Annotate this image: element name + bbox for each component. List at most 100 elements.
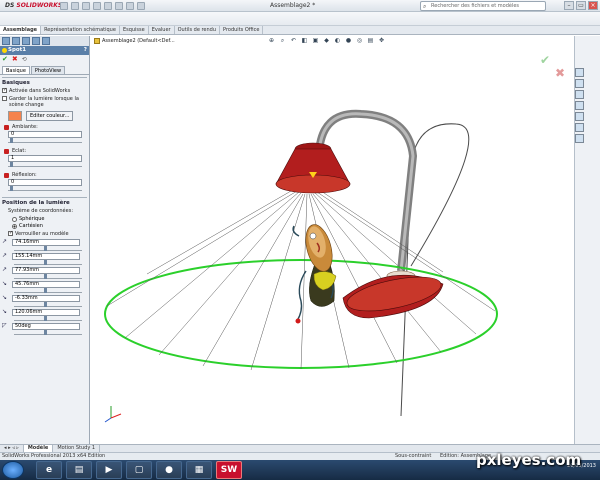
eclat-input[interactable]: 1: [8, 155, 82, 162]
minimize-button[interactable]: –: [564, 1, 574, 10]
design-library-icon[interactable]: [575, 79, 584, 88]
edit-color-button[interactable]: Editer couleur...: [26, 111, 74, 121]
radio-cartesien[interactable]: Cartésien: [12, 223, 87, 229]
tab-photoview[interactable]: PhotoView: [30, 66, 66, 74]
coord-x-input[interactable]: 74.16mm: [12, 239, 80, 246]
coord-x-slider[interactable]: [14, 246, 82, 251]
view-orientation-icon[interactable]: ▣: [312, 38, 319, 45]
tab-assemblage[interactable]: Assemblage: [0, 26, 42, 34]
view-settings-icon[interactable]: ▤: [367, 38, 374, 45]
display-manager-icon[interactable]: [42, 37, 50, 45]
taskbar-explorer-icon[interactable]: ▤: [66, 461, 92, 479]
eclat-slider[interactable]: [8, 162, 82, 167]
task-pane-icons: [575, 68, 584, 143]
custom-properties-icon[interactable]: [575, 134, 584, 143]
title-bar: DS SOLIDWORKS Assemblage2 * ⌕ Rechercher…: [0, 0, 600, 12]
tab-representation-schematique[interactable]: Représentation schématique: [41, 26, 120, 34]
tab-modele[interactable]: Modèle: [23, 445, 54, 452]
previous-view-icon[interactable]: ↶: [290, 38, 297, 45]
ambiante-slider[interactable]: [8, 138, 82, 143]
rebuild-icon[interactable]: [126, 2, 134, 10]
search-results-icon[interactable]: [575, 101, 584, 110]
target-z-slider[interactable]: [14, 316, 82, 321]
graphics-area[interactable]: [91, 36, 573, 444]
undo-icon[interactable]: [104, 2, 112, 10]
target-y-input[interactable]: -6.33mm: [12, 295, 80, 302]
solidworks-resources-icon[interactable]: [575, 68, 584, 77]
tab-nav-arrows[interactable]: ◂ ▸ ◃ ▹: [0, 445, 24, 452]
close-button[interactable]: ×: [588, 1, 598, 10]
cone-angle-input[interactable]: 50deg: [12, 323, 80, 330]
feature-breadcrumb[interactable]: Assemblage2 (Default<Def...: [94, 38, 175, 44]
model-scene[interactable]: [91, 36, 573, 444]
tab-produits-office[interactable]: Produits Office: [220, 26, 264, 34]
taskbar-app-icon[interactable]: ▢: [126, 461, 152, 479]
tab-evaluer[interactable]: Evaluer: [149, 26, 175, 34]
start-button[interactable]: [2, 461, 24, 479]
taskbar-media-icon[interactable]: ▶: [96, 461, 122, 479]
coord-z-slider[interactable]: [14, 274, 82, 279]
solidworks-logo[interactable]: DS SOLIDWORKS: [2, 1, 65, 11]
move-icon[interactable]: ✥: [378, 38, 385, 45]
taskbar-ie-icon[interactable]: e: [36, 461, 62, 479]
dim-expert-icon[interactable]: [32, 37, 40, 45]
light-color-swatch[interactable]: [8, 111, 22, 121]
tab-motion-study[interactable]: Motion Study 1: [53, 445, 101, 452]
pin-icon[interactable]: ⟲: [22, 56, 27, 63]
view-palette-icon[interactable]: [575, 112, 584, 121]
radio-spherique[interactable]: Sphérique: [12, 216, 87, 222]
print-icon[interactable]: [93, 2, 101, 10]
zoom-fit-icon[interactable]: ⊕: [268, 38, 275, 45]
cancel-icon[interactable]: ✖: [12, 56, 18, 63]
coord-y-slider[interactable]: [14, 260, 82, 265]
position-title[interactable]: Position de la lumière: [2, 200, 87, 206]
basiques-title[interactable]: Basiques: [2, 80, 87, 86]
checkbox-garder-lumiere[interactable]: Garder la lumière lorsque la scène chang…: [2, 96, 87, 108]
command-toolbar: [0, 12, 600, 26]
cone-angle-slider[interactable]: [14, 330, 82, 335]
restore-button[interactable]: ▭: [576, 1, 586, 10]
target-y-slider[interactable]: [14, 302, 82, 307]
config-manager-icon[interactable]: [22, 37, 30, 45]
checkbox-verrouiller[interactable]: ✓ Verrouiller au modèle: [8, 231, 87, 237]
help-icon[interactable]: ?: [84, 46, 87, 55]
search-input[interactable]: ⌕ Rechercher des fichiers et modèles: [420, 1, 546, 11]
coord-z-input[interactable]: 77.93mm: [12, 267, 80, 274]
taskbar-folder-icon[interactable]: ▦: [186, 461, 212, 479]
section-view-icon[interactable]: ◧: [301, 38, 308, 45]
hide-show-icon[interactable]: ◐: [334, 38, 341, 45]
display-style-icon[interactable]: ◆: [323, 38, 330, 45]
ok-icon[interactable]: ✔: [2, 56, 8, 63]
taskbar-firefox-icon[interactable]: ●: [156, 461, 182, 479]
target-x-input[interactable]: 45.76mm: [12, 281, 80, 288]
reflexion-input[interactable]: 0: [8, 179, 82, 186]
checkbox-activee[interactable]: ✓ Activée dans SolidWorks: [2, 88, 87, 94]
select-icon[interactable]: [115, 2, 123, 10]
taskbar-solidworks-icon[interactable]: SW: [216, 461, 242, 479]
file-explorer-icon[interactable]: [575, 90, 584, 99]
scene-icon[interactable]: ◎: [356, 38, 363, 45]
ambiante-input[interactable]: 0: [8, 131, 82, 138]
new-icon[interactable]: [60, 2, 68, 10]
tab-outils-de-rendu[interactable]: Outils de rendu: [175, 26, 221, 34]
appearances-icon[interactable]: [575, 123, 584, 132]
property-manager-icon[interactable]: [12, 37, 20, 45]
basiques-section: Basiques ✓ Activée dans SolidWorks Garder…: [2, 77, 87, 191]
tab-basique[interactable]: Basique: [2, 66, 30, 74]
options-icon[interactable]: [137, 2, 145, 10]
position-section: Position de la lumière Système de coordo…: [2, 197, 87, 335]
target-z-input[interactable]: 120.06mm: [12, 309, 80, 316]
reflexion-slider[interactable]: [8, 186, 82, 191]
coord-y-input[interactable]: 155.14mm: [12, 253, 80, 260]
feature-tree-icon[interactable]: [2, 37, 10, 45]
zoom-area-icon[interactable]: ⌕: [279, 38, 286, 45]
target-z-icon: ↘: [2, 308, 8, 315]
open-icon[interactable]: [71, 2, 79, 10]
target-x-slider[interactable]: [14, 288, 82, 293]
search-icon: ⌕: [423, 3, 427, 10]
save-icon[interactable]: [82, 2, 90, 10]
confirm-ok-icon[interactable]: ✔: [540, 53, 550, 67]
tab-esquisse[interactable]: Esquisse: [120, 26, 149, 34]
confirm-cancel-icon[interactable]: ✖: [555, 66, 565, 80]
appearance-icon[interactable]: ●: [345, 38, 352, 45]
